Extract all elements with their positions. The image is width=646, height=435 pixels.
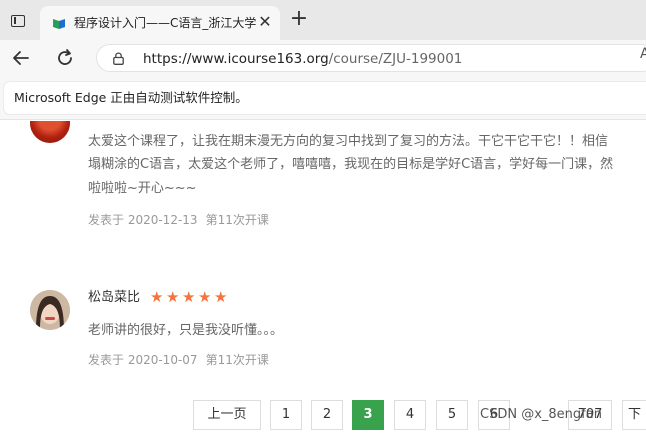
star-icon: ★ bbox=[166, 288, 180, 306]
back-arrow-icon[interactable] bbox=[8, 46, 34, 70]
infobar-message: Microsoft Edge 正由自动测试软件控制。 bbox=[14, 90, 248, 105]
star-icon: ★ bbox=[182, 288, 196, 306]
tab-bar: 程序设计入门——C语言_浙江大学 ✕ + bbox=[0, 0, 646, 40]
address-bar[interactable]: https://www.icourse163.org/course/ZJU-19… bbox=[96, 44, 646, 72]
star-icon: ★ bbox=[214, 288, 228, 306]
username[interactable]: 松岛菜比 bbox=[88, 289, 140, 307]
page-button-2[interactable]: 2 bbox=[311, 400, 343, 430]
comment-meta: 发表于 2020-10-07 第11次开课 bbox=[88, 351, 269, 369]
tab-actions-icon[interactable] bbox=[6, 10, 30, 32]
url-text[interactable]: https://www.icourse163.org/course/ZJU-19… bbox=[143, 50, 462, 68]
tab-title: 程序设计入门——C语言_浙江大学 bbox=[74, 16, 256, 30]
address-toolbar: https://www.icourse163.org/course/ZJU-19… bbox=[0, 40, 646, 76]
automation-infobar: Microsoft Edge 正由自动测试软件控制。 bbox=[0, 76, 646, 120]
avatar[interactable] bbox=[30, 290, 70, 330]
refresh-icon[interactable] bbox=[52, 46, 78, 70]
page-button-1[interactable]: 1 bbox=[270, 400, 302, 430]
rating-stars: ★ ★ ★ ★ ★ bbox=[150, 289, 229, 307]
infobar-panel: Microsoft Edge 正由自动测试软件控制。 bbox=[4, 82, 646, 114]
browser-tab[interactable]: 程序设计入门——C语言_浙江大学 ✕ bbox=[40, 6, 280, 40]
url-path: /course/ZJU-199001 bbox=[328, 51, 463, 67]
toolbar-letter: A bbox=[640, 46, 646, 62]
star-icon: ★ bbox=[198, 288, 212, 306]
comment-session: 第11次开课 bbox=[205, 353, 269, 367]
comment-text-line: 啦啦啦~开心~~~ bbox=[88, 181, 197, 196]
comment-date: 发表于 2020-10-07 bbox=[88, 353, 198, 367]
close-tab-icon[interactable]: ✕ bbox=[256, 13, 274, 31]
star-icon: ★ bbox=[150, 288, 164, 306]
comment-meta: 发表于 2020-12-13 第11次开课 bbox=[88, 211, 269, 229]
new-tab-button[interactable]: + bbox=[288, 8, 310, 31]
url-host: https://www.icourse163.org bbox=[143, 51, 329, 67]
comment-text-line: 塌糊涂的C语言，太爱这个老师了，嘻嘻嘻，我现在的目标是学好C语言，学好每一门课，… bbox=[88, 157, 614, 172]
comment-text-line: 老师讲的很好，只是我没听懂。。。 bbox=[88, 323, 284, 338]
page-button-5[interactable]: 5 bbox=[436, 400, 468, 430]
icourse-favicon-icon bbox=[53, 19, 65, 29]
next-page-button[interactable]: 下 bbox=[622, 400, 646, 430]
watermark: CSDN @x_8engfan bbox=[480, 407, 602, 422]
comment-text-line: 太爱这个课程了，让我在期末漫无方向的复习中找到了复习的方法。干它干它干它！！相信 bbox=[88, 134, 609, 149]
lock-icon[interactable] bbox=[113, 52, 124, 65]
page-button-4[interactable]: 4 bbox=[394, 400, 426, 430]
avatar[interactable] bbox=[30, 121, 70, 143]
user-photo-icon bbox=[30, 290, 70, 330]
comment-date: 发表于 2020-12-13 bbox=[88, 213, 198, 227]
comment-session: 第11次开课 bbox=[205, 213, 269, 227]
page-content: 太爱这个课程了，让我在期末漫无方向的复习中找到了复习的方法。干它干它干它！！相信… bbox=[0, 121, 646, 435]
page-button-3[interactable]: 3 bbox=[352, 400, 384, 430]
prev-page-button[interactable]: 上一页 bbox=[193, 400, 261, 430]
